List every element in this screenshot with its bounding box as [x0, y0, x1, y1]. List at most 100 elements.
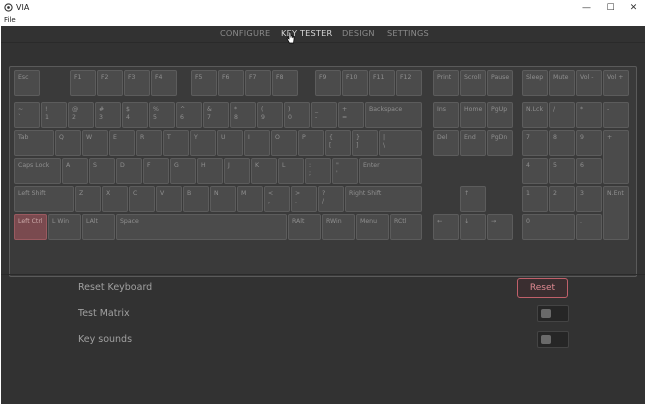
key-ralt: RAlt	[288, 214, 321, 240]
key-↓: ↓	[460, 214, 486, 240]
key-v: V	[156, 186, 182, 212]
menu-bar: File	[0, 16, 646, 26]
toggle-knob	[541, 335, 551, 344]
key-f5: F5	[191, 70, 217, 96]
key-?-/: ? /	[318, 186, 344, 212]
key-6: 6	[576, 158, 602, 184]
nav-divider	[1, 42, 645, 43]
key-.: .	[576, 214, 602, 240]
key-k: K	[251, 158, 277, 184]
close-button[interactable]: ✕	[622, 0, 645, 16]
key-3: 3	[576, 186, 602, 212]
key-↑: ↑	[460, 186, 486, 212]
key-2: 2	[549, 186, 575, 212]
key-_--: _ -	[311, 102, 337, 128]
key-i: I	[244, 130, 270, 156]
top-nav: CONFIGURE KEY TESTER DESIGN SETTINGS	[1, 26, 645, 40]
key-f1: F1	[70, 70, 96, 96]
key-backspace: Backspace	[365, 102, 422, 128]
key-enter: Enter	[359, 158, 422, 184]
key-8: 8	[549, 130, 575, 156]
key-h: H	[197, 158, 223, 184]
minimize-button[interactable]: —	[575, 0, 598, 16]
key-%-5: % 5	[149, 102, 175, 128]
key-{-[: { [	[325, 130, 351, 156]
key-"-': " '	[332, 158, 358, 184]
key-rctl: RCtl	[390, 214, 422, 240]
key-pgup: PgUp	[487, 102, 513, 128]
key-<-,: < ,	[264, 186, 290, 212]
maximize-button[interactable]: ☐	[599, 0, 622, 16]
key-*: *	[576, 102, 602, 128]
title-bar: VIA — ☐ ✕	[0, 0, 646, 16]
key-|-\: | \	[379, 130, 422, 156]
key-menu: Menu	[356, 214, 389, 240]
key-4: 4	[522, 158, 548, 184]
key-l: L	[278, 158, 304, 184]
key-5: 5	[549, 158, 575, 184]
key-left-shift: Left Shift	[14, 186, 74, 212]
key-m: M	[237, 186, 263, 212]
mouse-cursor-icon	[286, 31, 295, 44]
key-n.ent: N.Ent	[603, 186, 629, 240]
key-n.lck: N.Lck	[522, 102, 548, 128]
key-x: X	[102, 186, 128, 212]
keyboard-layout: Esc F1 F2 F3 F4 F5 F6 F7 F8 F9 F10 F11 F12 Print Scrol…	[9, 66, 637, 277]
key-vol-+: Vol +	[603, 70, 629, 96]
key-f8: F8	[272, 70, 298, 96]
key-esc: Esc	[14, 70, 40, 96]
key-y: Y	[190, 130, 216, 156]
key-c: C	[129, 186, 155, 212]
key-sounds-toggle[interactable]	[537, 331, 569, 348]
key-~-`: ~ `	[14, 102, 40, 128]
key-1: 1	[522, 186, 548, 212]
key-(-9: ( 9	[257, 102, 283, 128]
key-f4: F4	[151, 70, 177, 96]
key-print: Print	[433, 70, 459, 96]
key-lalt: LAlt	[82, 214, 115, 240]
key-*-8: * 8	[230, 102, 256, 128]
toggle-knob	[541, 309, 551, 318]
key-^-6: ^ 6	[176, 102, 202, 128]
app-icon	[4, 3, 13, 12]
key-f7: F7	[245, 70, 271, 96]
key->-.: > .	[291, 186, 317, 212]
tab-settings[interactable]: SETTINGS	[387, 28, 429, 38]
key-)-0: ) 0	[284, 102, 310, 128]
tab-configure[interactable]: CONFIGURE	[220, 28, 270, 38]
key-q: Q	[55, 130, 81, 156]
key-f3: F3	[124, 70, 150, 96]
reset-button[interactable]: Reset	[517, 278, 568, 298]
key-pgdn: PgDn	[487, 130, 513, 156]
key-del: Del	[433, 130, 459, 156]
key-s: S	[89, 158, 115, 184]
via-app: CONFIGURE KEY TESTER DESIGN SETTINGS Esc…	[1, 26, 645, 404]
key-sleep: Sleep	[522, 70, 548, 96]
key-}-]: } ]	[352, 130, 378, 156]
key-sounds-label: Key sounds	[78, 334, 133, 345]
test-matrix-label: Test Matrix	[78, 308, 130, 319]
key-e: E	[109, 130, 135, 156]
key-left-ctrl: Left Ctrl	[14, 214, 47, 240]
key-p: P	[298, 130, 324, 156]
key-!-1: ! 1	[41, 102, 67, 128]
key-w: W	[82, 130, 108, 156]
key-d: D	[116, 158, 142, 184]
window-title: VIA	[16, 3, 30, 12]
menu-file[interactable]: File	[4, 16, 16, 24]
key-tab: Tab	[14, 130, 54, 156]
key-u: U	[217, 130, 243, 156]
key-scroll: Scroll	[460, 70, 486, 96]
key-f6: F6	[218, 70, 244, 96]
key-f12: F12	[396, 70, 422, 96]
key-b: B	[183, 186, 209, 212]
key--: -	[603, 102, 629, 128]
key-7: 7	[522, 130, 548, 156]
test-matrix-toggle[interactable]	[537, 305, 569, 322]
key-←: ←	[433, 214, 459, 240]
key-→: →	[487, 214, 513, 240]
tab-design[interactable]: DESIGN	[342, 28, 375, 38]
key-vol--: Vol -	[576, 70, 602, 96]
key-#-3: # 3	[95, 102, 121, 128]
key-f10: F10	[342, 70, 368, 96]
